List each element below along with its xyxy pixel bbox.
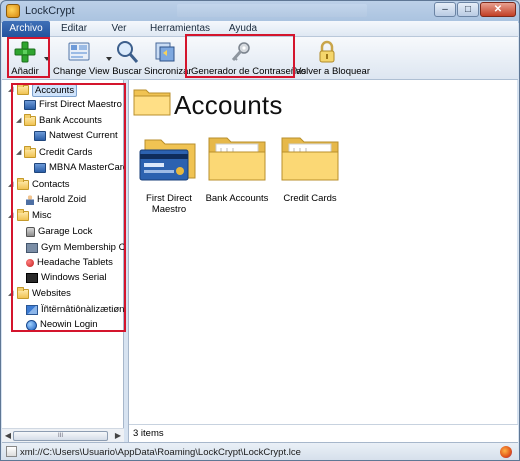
credit-card-icon bbox=[34, 163, 46, 173]
folder-tree: ◢ Accounts First Direct Maestro ◢ Bank A… bbox=[2, 81, 124, 428]
tree-item-credit-cards[interactable]: Credit Cards bbox=[24, 146, 92, 160]
tree-item-misc[interactable]: Misc bbox=[17, 209, 52, 223]
folder-icon bbox=[208, 137, 266, 181]
scroll-left-arrow-icon[interactable]: ◀ bbox=[3, 431, 13, 441]
password-generator-label: Generador de Contraseñas bbox=[191, 66, 307, 77]
credit-card-icon bbox=[24, 100, 36, 110]
person-icon bbox=[26, 195, 34, 205]
content-title: Accounts bbox=[174, 90, 283, 120]
collapse-bank-accounts-icon[interactable]: ◢ bbox=[16, 117, 22, 124]
folder-with-card-icon bbox=[139, 139, 196, 181]
folder-icon bbox=[281, 137, 339, 181]
grid-item-label: Credit Cards bbox=[283, 193, 337, 204]
menu-ayuda[interactable]: Ayuda bbox=[218, 21, 268, 37]
background-taskbar-ghost bbox=[177, 4, 367, 17]
search-button[interactable]: Buscar bbox=[112, 38, 142, 78]
content-header: Accounts bbox=[129, 80, 518, 124]
sync-label: Sincronizar bbox=[144, 66, 192, 77]
tree-item-headache[interactable]: Headache Tablets bbox=[26, 256, 113, 270]
password-generator-button[interactable]: Generador de Contraseñas bbox=[191, 38, 307, 78]
scroll-thumb[interactable]: III bbox=[13, 431, 108, 441]
file-icon bbox=[6, 446, 17, 457]
folder-tree-pane: ◢ Accounts First Direct Maestro ◢ Bank A… bbox=[2, 80, 124, 442]
key-icon bbox=[231, 42, 250, 61]
menu-editar[interactable]: Editar bbox=[50, 21, 98, 37]
large-folder-icon bbox=[133, 89, 171, 116]
tree-item-bank-accounts[interactable]: Bank Accounts bbox=[24, 114, 102, 128]
flag-icon bbox=[26, 305, 38, 315]
folder-icon bbox=[17, 83, 29, 95]
status-bar: xml://C:\Users\Usuario\AppData\Roaming\L… bbox=[2, 442, 518, 460]
tree-horizontal-scrollbar[interactable]: ◀ III ▶ bbox=[2, 428, 124, 442]
grid-item-first-direct[interactable]: First Direct Maestro bbox=[133, 134, 205, 215]
lock-icon bbox=[26, 227, 35, 237]
collapse-contacts-icon[interactable]: ◢ bbox=[8, 181, 14, 188]
tree-item-contacts[interactable]: Contacts bbox=[17, 178, 70, 192]
menu-bar: Archivo Editar Ver Herramientas Ayuda bbox=[2, 21, 518, 37]
tree-item-mbna[interactable]: MBNA MasterCard bbox=[34, 161, 124, 175]
content-pane: Accounts First Direct Maestro Bank Accou… bbox=[128, 80, 518, 442]
collapse-accounts-icon[interactable]: ◢ bbox=[8, 86, 14, 93]
view-grid-icon bbox=[68, 42, 90, 61]
window-controls: – □ ✕ bbox=[434, 2, 516, 17]
tree-item-windows-serial[interactable]: Windows Serial bbox=[26, 271, 106, 285]
folder-icon bbox=[24, 114, 36, 126]
globe-icon bbox=[26, 319, 37, 331]
firefox-icon[interactable] bbox=[500, 446, 512, 458]
tree-item-websites[interactable]: Websites bbox=[17, 287, 71, 301]
add-button[interactable]: Añadir bbox=[5, 38, 45, 78]
pill-icon bbox=[26, 259, 34, 267]
menu-archivo[interactable]: Archivo bbox=[2, 21, 50, 37]
close-button[interactable]: ✕ bbox=[480, 2, 516, 17]
grid-item-label: First Direct Maestro bbox=[146, 193, 192, 215]
tree-item-harold[interactable]: Harold Zoid bbox=[26, 193, 86, 207]
serial-key-icon bbox=[26, 273, 38, 283]
padlock-icon bbox=[319, 40, 335, 63]
change-view-button[interactable]: Change View bbox=[53, 38, 110, 78]
window-title: LockCrypt bbox=[25, 5, 75, 17]
app-window: LockCrypt – □ ✕ Archivo Editar Ver Herra… bbox=[0, 0, 520, 461]
collapse-misc-icon[interactable]: ◢ bbox=[8, 212, 14, 219]
toolbar: Añadir Change View Buscar Sincronizar Ge… bbox=[2, 37, 518, 80]
collapse-credit-cards-icon[interactable]: ◢ bbox=[16, 149, 22, 156]
tree-item-internationalization[interactable]: Ïñtërnâtiônàlizætiøn Supp bbox=[26, 303, 124, 317]
items-count: 3 items bbox=[133, 428, 164, 439]
folder-icon bbox=[17, 287, 29, 299]
tree-item-first-direct[interactable]: First Direct Maestro bbox=[24, 98, 122, 112]
title-bar[interactable]: LockCrypt – □ ✕ bbox=[1, 1, 519, 21]
folder-icon bbox=[24, 146, 36, 158]
membership-card-icon bbox=[26, 243, 38, 253]
folder-icon bbox=[17, 209, 29, 221]
add-label: Añadir bbox=[11, 66, 39, 77]
folder-icon bbox=[17, 178, 29, 190]
grid-item-label: Bank Accounts bbox=[205, 193, 269, 204]
add-dropdown-arrow-icon[interactable] bbox=[44, 57, 50, 61]
sync-button[interactable]: Sincronizar bbox=[144, 38, 192, 78]
menu-herramientas[interactable]: Herramientas bbox=[140, 21, 218, 37]
lock-button[interactable]: Volver a Bloquear bbox=[295, 38, 370, 78]
sync-icon bbox=[155, 42, 175, 62]
tree-item-neowin[interactable]: Neowin Login bbox=[26, 318, 98, 332]
plus-icon bbox=[14, 41, 36, 63]
change-view-label: Change View bbox=[53, 66, 110, 77]
database-path: xml://C:\Users\Usuario\AppData\Roaming\L… bbox=[20, 447, 301, 458]
collapse-websites-icon[interactable]: ◢ bbox=[8, 290, 14, 297]
menu-ver[interactable]: Ver bbox=[98, 21, 140, 37]
tree-item-gym[interactable]: Gym Membership Card bbox=[26, 241, 124, 255]
grid-item-credit-cards[interactable]: Credit Cards bbox=[274, 134, 346, 204]
scroll-right-arrow-icon[interactable]: ▶ bbox=[113, 431, 123, 441]
minimize-button[interactable]: – bbox=[434, 2, 456, 17]
search-label: Buscar bbox=[112, 66, 142, 77]
tree-item-natwest[interactable]: Natwest Current bbox=[34, 129, 118, 143]
tree-item-accounts[interactable]: Accounts bbox=[17, 83, 78, 97]
credit-card-icon bbox=[34, 131, 46, 141]
lockcrypt-app-icon[interactable] bbox=[6, 4, 20, 18]
grid-item-bank-accounts[interactable]: Bank Accounts bbox=[201, 134, 273, 204]
items-count-bar: 3 items bbox=[129, 424, 518, 442]
tree-item-garage[interactable]: Garage Lock bbox=[26, 225, 92, 239]
search-icon bbox=[117, 41, 139, 63]
lock-label: Volver a Bloquear bbox=[295, 66, 370, 77]
maximize-button[interactable]: □ bbox=[457, 2, 479, 17]
